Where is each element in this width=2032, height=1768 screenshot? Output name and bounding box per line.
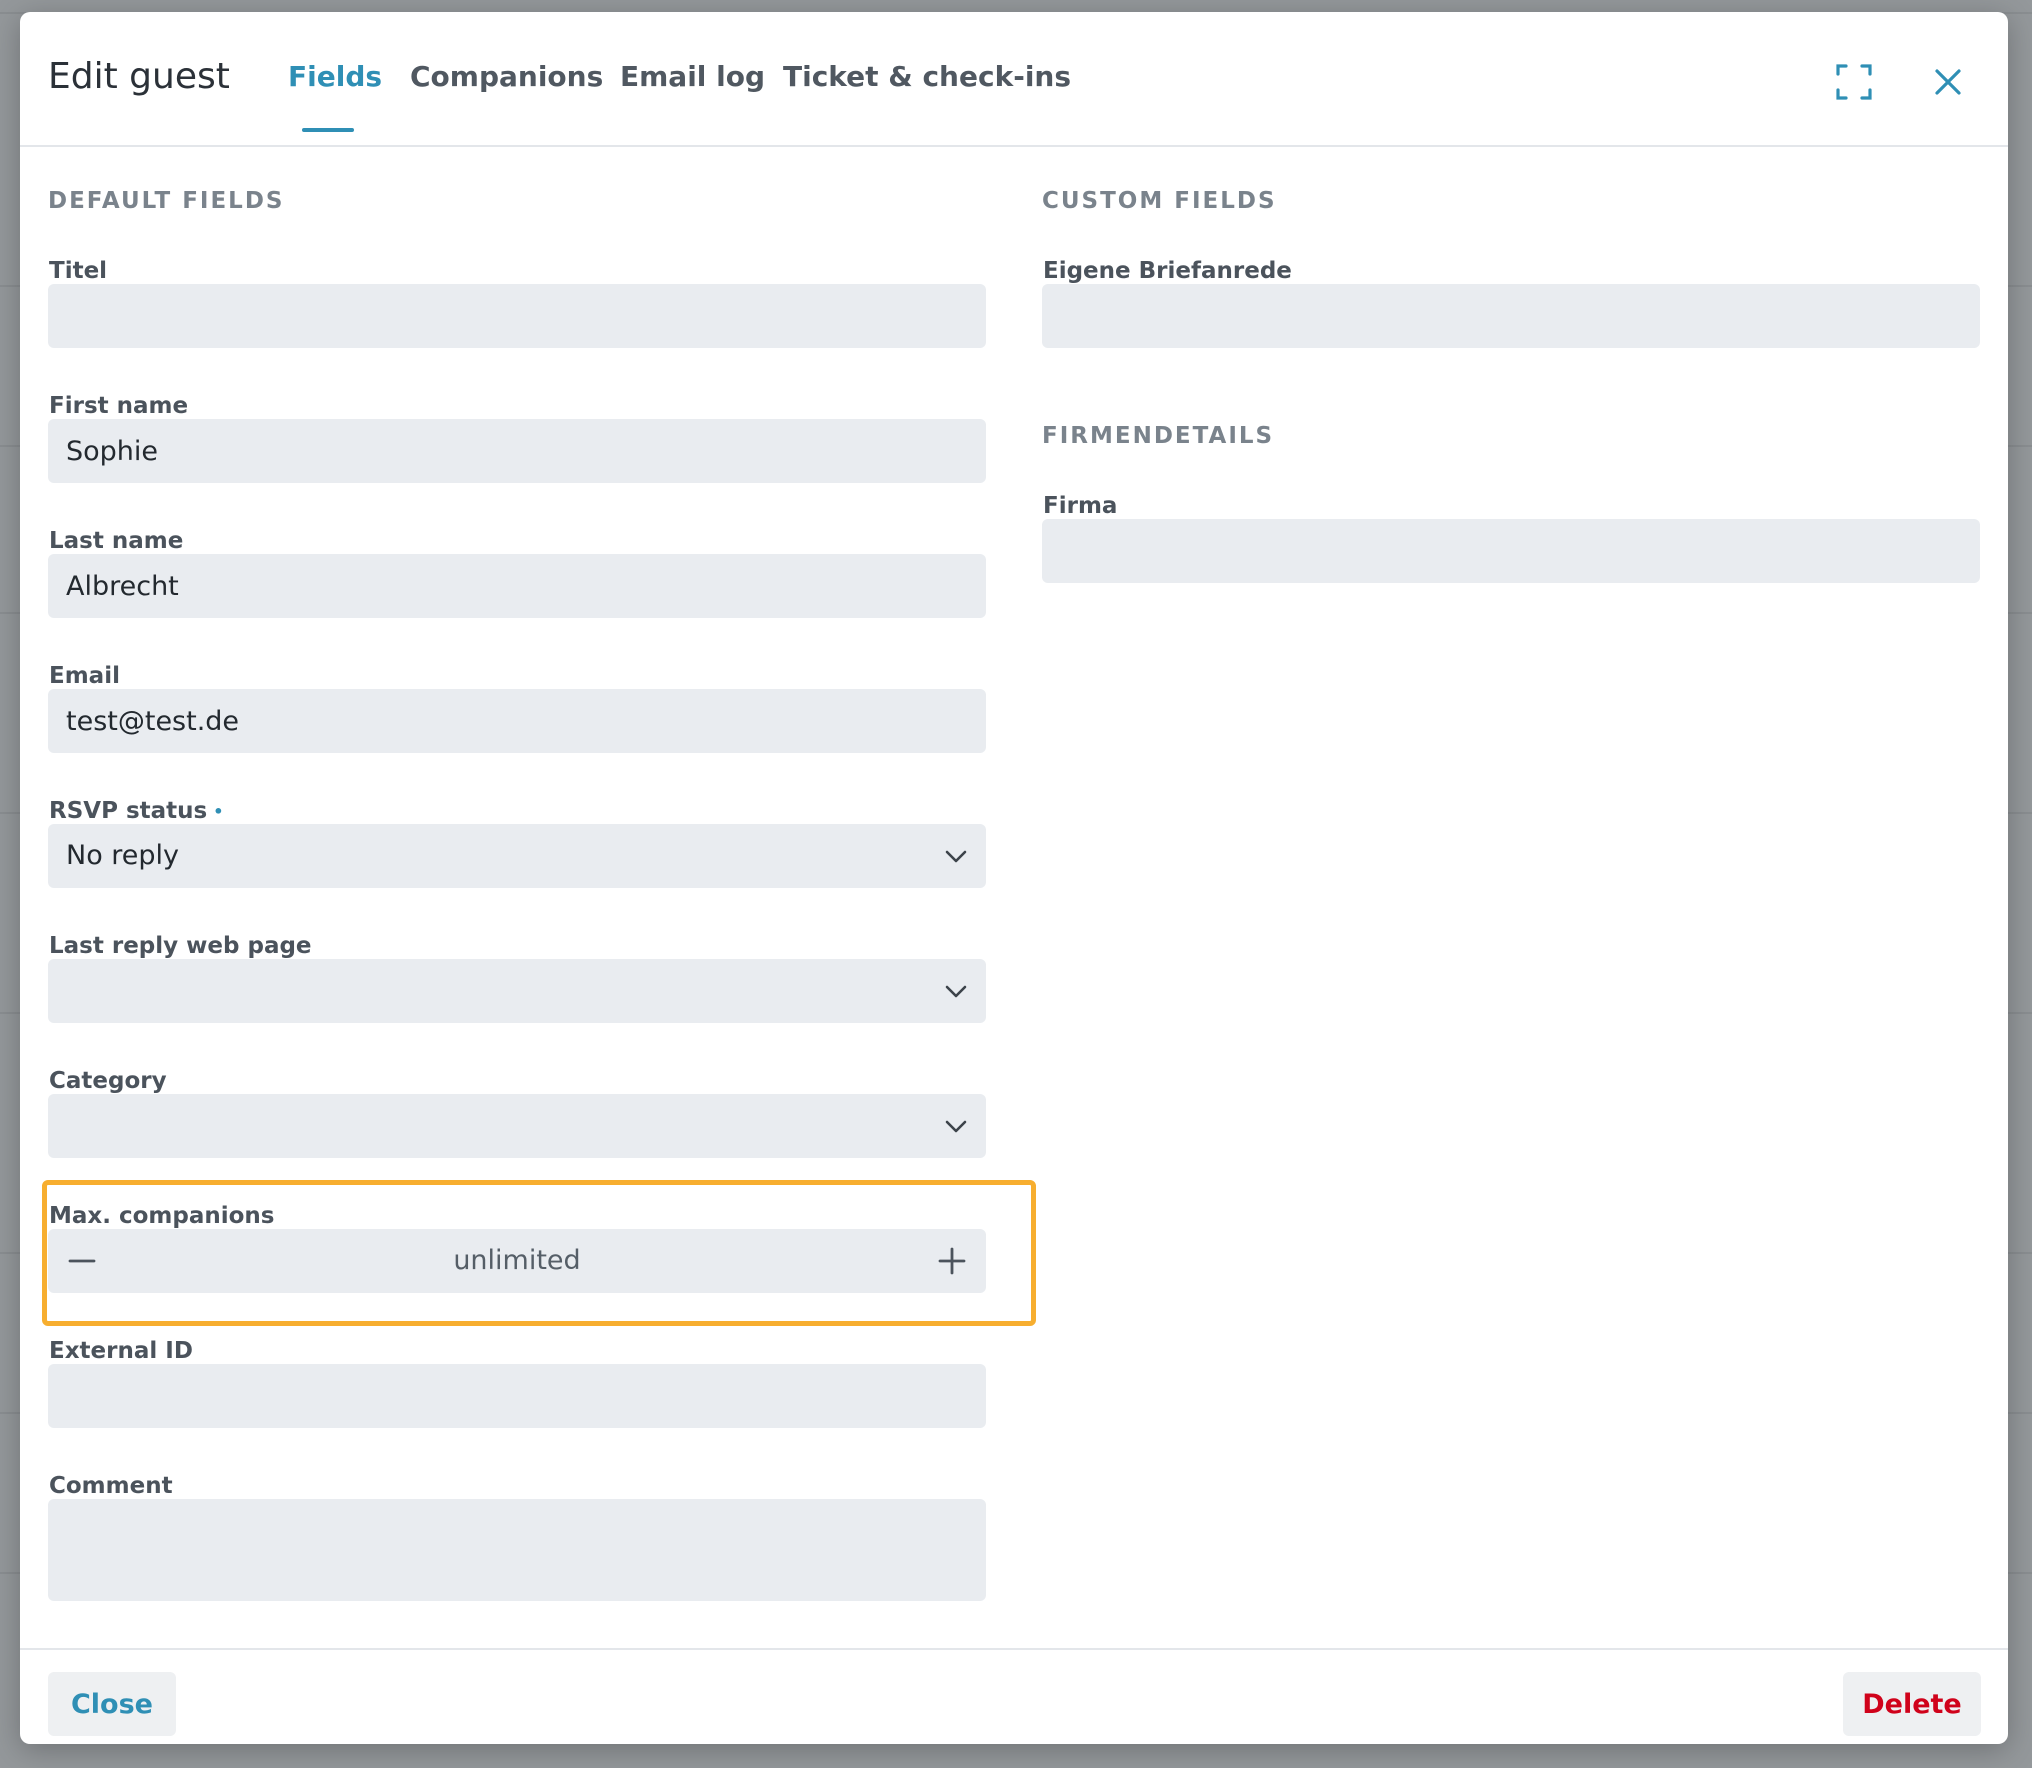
- tab-email-log[interactable]: Email log: [620, 60, 765, 93]
- edit-guest-modal: Edit guest Fields Companions Email log T…: [20, 12, 2008, 1744]
- last-reply-web-page-label: Last reply web page: [49, 933, 312, 959]
- plus-icon[interactable]: [932, 1241, 972, 1281]
- comment-label: Comment: [49, 1473, 173, 1499]
- active-tab-indicator: [302, 128, 354, 132]
- firmendetails-heading: FIRMENDETAILS: [1042, 423, 1275, 449]
- max-companions-label: Max. companions: [49, 1203, 275, 1229]
- tab-companions[interactable]: Companions: [410, 60, 603, 93]
- eigene-briefanrede-input[interactable]: [1042, 284, 1980, 348]
- close-button[interactable]: Close: [48, 1672, 176, 1736]
- firma-input[interactable]: [1042, 519, 1980, 583]
- rsvp-status-select[interactable]: No reply: [48, 824, 986, 888]
- external-id-input[interactable]: [48, 1364, 986, 1428]
- category-label: Category: [49, 1068, 167, 1094]
- external-id-label: External ID: [49, 1338, 193, 1364]
- delete-button[interactable]: Delete: [1843, 1672, 1981, 1736]
- close-icon[interactable]: [1928, 62, 1968, 102]
- tab-fields[interactable]: Fields: [288, 60, 382, 93]
- titel-label: Titel: [49, 258, 108, 284]
- max-companions-stepper[interactable]: unlimited: [48, 1229, 986, 1293]
- last-reply-web-page-select[interactable]: [48, 959, 986, 1023]
- max-companions-value: unlimited: [453, 1245, 581, 1276]
- rsvp-status-value: No reply: [66, 840, 180, 871]
- category-select[interactable]: [48, 1094, 986, 1158]
- first-name-input[interactable]: [48, 419, 986, 483]
- modal-footer: Close Delete: [20, 1648, 2008, 1744]
- comment-textarea[interactable]: [48, 1499, 986, 1601]
- titel-input[interactable]: [48, 284, 986, 348]
- first-name-label: First name: [49, 393, 189, 419]
- email-input[interactable]: [48, 689, 986, 753]
- chevron-down-icon: [945, 850, 967, 863]
- custom-fields-heading: CUSTOM FIELDS: [1042, 188, 1277, 214]
- modal-header: Edit guest Fields Companions Email log T…: [20, 12, 2008, 147]
- firma-label: Firma: [1043, 493, 1118, 519]
- default-fields-heading: DEFAULT FIELDS: [48, 188, 285, 214]
- last-name-label: Last name: [49, 528, 184, 554]
- modal-title: Edit guest: [48, 56, 230, 97]
- rsvp-status-label: RSVP status •: [49, 798, 223, 824]
- chevron-down-icon: [945, 985, 967, 998]
- email-label: Email: [49, 663, 120, 689]
- eigene-briefanrede-label: Eigene Briefanrede: [1043, 258, 1292, 284]
- required-marker: •: [213, 802, 224, 821]
- rsvp-status-label-text: RSVP status: [49, 798, 208, 824]
- last-name-input[interactable]: [48, 554, 986, 618]
- chevron-down-icon: [945, 1120, 967, 1133]
- tab-ticket-check-ins[interactable]: Ticket & check-ins: [783, 60, 1071, 93]
- expand-icon[interactable]: [1834, 62, 1874, 102]
